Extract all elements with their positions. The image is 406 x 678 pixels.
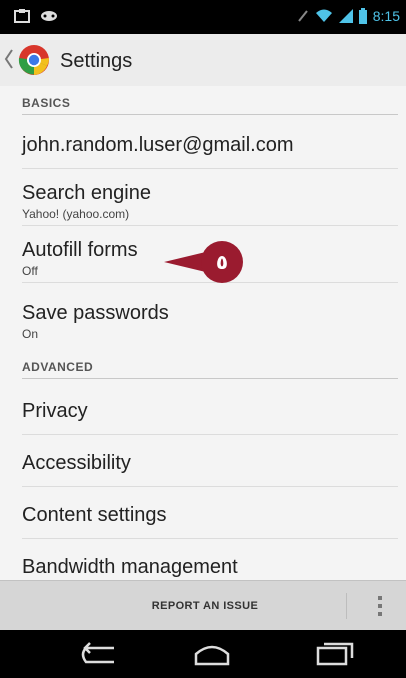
privacy-title: Privacy [22,400,88,422]
signal-off-icon [297,10,308,22]
account-item[interactable]: john.random.luser@gmail.com [22,116,398,169]
notification-icon [14,9,30,23]
callout-label: ٥ [216,250,228,274]
chrome-logo-icon[interactable] [18,44,50,76]
status-bar: 8:15 [0,0,406,34]
privacy-item[interactable]: Privacy [22,382,398,435]
bandwidth-management-title: Bandwidth management [22,556,238,578]
bandwidth-management-item[interactable]: Bandwidth management [22,538,398,580]
recent-apps-icon[interactable] [312,640,356,668]
overflow-menu-icon[interactable] [370,593,390,619]
settings-list: BASICS john.random.luser@gmail.com Searc… [0,86,406,580]
battery-icon [358,8,367,24]
save-passwords-title: Save passwords [22,302,169,324]
save-passwords-summary: On [22,327,39,341]
callout-pointer-icon: ٥ [164,241,243,283]
home-icon[interactable] [190,640,234,668]
system-nav-bar [0,630,406,678]
status-time: 8:15 [372,8,400,24]
callout-marker: ٥ [162,238,248,286]
action-bar: Settings [0,34,406,87]
wifi-icon [315,9,332,22]
content-settings-title: Content settings [22,504,167,526]
account-email: john.random.luser@gmail.com [22,134,294,156]
chevron-left-icon[interactable] [4,48,14,70]
search-engine-title: Search engine [22,182,151,204]
page-title: Settings [60,50,133,72]
report-issue-button[interactable]: REPORT AN ISSUE [80,581,330,631]
section-header-basics: BASICS [22,96,398,115]
cell-signal-icon [338,9,353,23]
search-engine-item[interactable]: Search engine Yahoo! (yahoo.com) [22,168,398,226]
accessibility-item[interactable]: Accessibility [22,434,398,487]
content-settings-item[interactable]: Content settings [22,486,398,539]
back-icon[interactable] [76,640,120,668]
save-passwords-item[interactable]: Save passwords On [22,282,398,344]
bottom-divider [346,593,347,619]
game-controller-icon [41,11,57,21]
accessibility-title: Accessibility [22,452,131,474]
search-engine-summary: Yahoo! (yahoo.com) [22,207,130,221]
section-header-advanced: ADVANCED [22,360,398,379]
bottom-bar: REPORT AN ISSUE [0,580,406,631]
